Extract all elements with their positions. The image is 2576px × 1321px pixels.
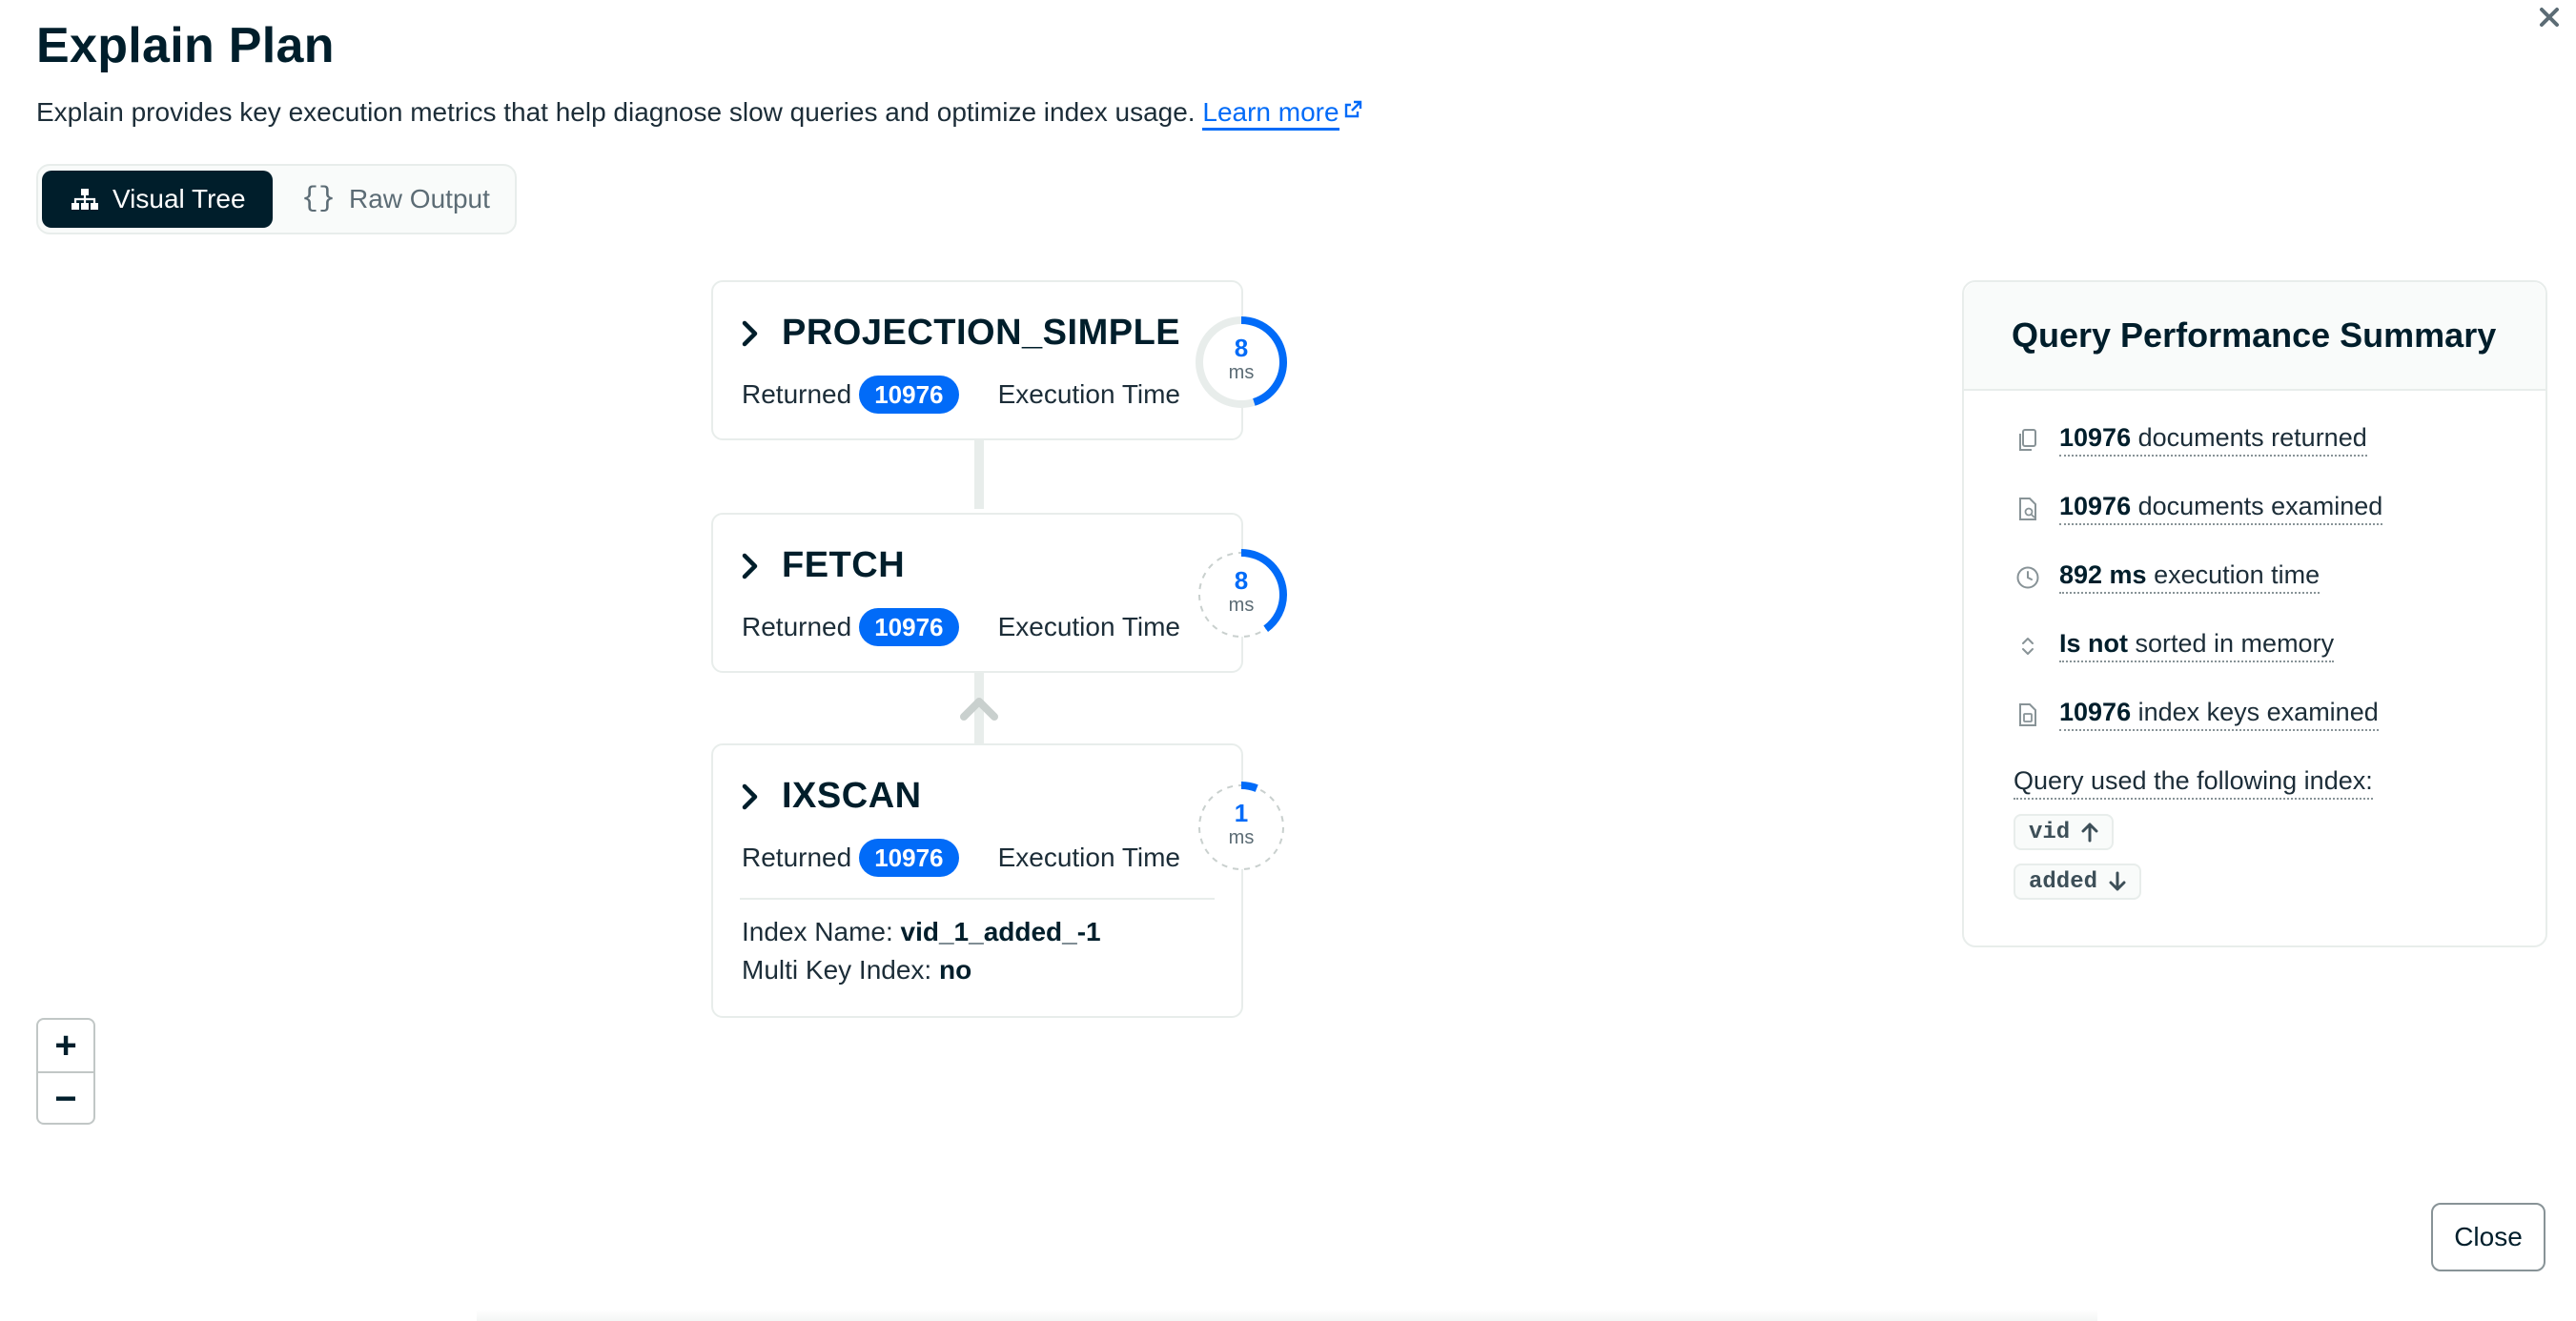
query-performance-summary: Query Performance Summary 10976 document… xyxy=(1962,280,2547,947)
execution-time-gauge: 1 ms xyxy=(1192,778,1291,877)
returned-label: Returned xyxy=(742,612,852,641)
summary-text[interactable]: 892 ms execution time xyxy=(2059,560,2320,594)
multikey-value: no xyxy=(938,955,972,985)
copy-icon xyxy=(2014,428,2042,453)
returned-badge: 10976 xyxy=(859,608,959,646)
execution-time-value: 8 xyxy=(1234,334,1249,362)
stage-header[interactable]: IXSCAN xyxy=(740,776,922,817)
index-field-name: vid xyxy=(2029,819,2071,845)
chevron-right-icon[interactable] xyxy=(740,552,761,580)
footer-shadow xyxy=(477,1310,2097,1321)
arrow-up-icon xyxy=(2081,822,2098,843)
index-used-label[interactable]: Query used the following index: xyxy=(2014,766,2373,800)
returned-badge: 10976 xyxy=(859,839,959,877)
index-name-label: Index Name: xyxy=(742,917,893,946)
clock-icon xyxy=(2014,565,2042,590)
visual-tree-tab[interactable]: Visual Tree xyxy=(42,171,273,228)
stage-card-fetch[interactable]: FETCH Returned 10976 Execution Time xyxy=(711,513,1243,673)
stage-name: PROJECTION_SIMPLE xyxy=(782,313,1181,353)
execution-time-unit: ms xyxy=(1228,595,1255,616)
stage-card-ixscan[interactable]: IXSCAN Returned 10976 Execution Time Ind… xyxy=(711,743,1243,1018)
raw-output-label: Raw Output xyxy=(349,184,490,213)
execution-time-label: Execution Time xyxy=(997,843,1180,872)
learn-more-link[interactable]: Learn more xyxy=(1202,97,1339,131)
description-text: Explain provides key execution metrics t… xyxy=(36,97,1196,127)
index-document-icon xyxy=(2014,702,2042,727)
document-search-icon xyxy=(2014,497,2042,521)
close-button[interactable]: Close xyxy=(2431,1203,2545,1271)
summary-label: execution time xyxy=(2146,560,2320,589)
execution-time-value: 1 xyxy=(1234,799,1249,827)
index-name-row: Index Name: vid_1_added_-1 xyxy=(742,917,1101,947)
summary-text[interactable]: 10976 documents examined xyxy=(2059,492,2383,525)
view-toggle: Visual Tree {} Raw Output xyxy=(36,164,517,234)
execution-time-unit: ms xyxy=(1228,362,1255,383)
curly-braces-icon: {} xyxy=(301,183,337,215)
summary-text[interactable]: 10976 documents returned xyxy=(2059,423,2367,457)
summary-value: 10976 xyxy=(2059,423,2132,452)
visual-tree-label: Visual Tree xyxy=(112,184,246,213)
returned-row: Returned 10976 xyxy=(742,608,959,646)
zoom-controls: + − xyxy=(36,1018,95,1125)
index-field-name: added xyxy=(2029,868,2098,895)
description: Explain provides key execution metrics t… xyxy=(36,95,1362,131)
summary-value: 10976 xyxy=(2059,698,2132,726)
stage-connector xyxy=(974,440,984,509)
stage-header[interactable]: PROJECTION_SIMPLE xyxy=(740,313,1180,354)
zoom-out-button[interactable]: − xyxy=(38,1073,93,1125)
multikey-label: Multi Key Index: xyxy=(742,955,932,985)
tree-icon xyxy=(71,188,99,211)
summary-keys-examined: 10976 index keys examined xyxy=(2014,698,2379,731)
execution-time-label: Execution Time xyxy=(997,612,1180,641)
returned-row: Returned 10976 xyxy=(742,839,959,877)
summary-label: sorted in memory xyxy=(2128,629,2335,658)
summary-sorted: Is not sorted in memory xyxy=(2014,629,2335,662)
summary-value: 892 ms xyxy=(2059,560,2147,589)
close-modal-icon[interactable] xyxy=(2532,0,2566,34)
execution-time-unit: ms xyxy=(1228,827,1255,848)
summary-value: 10976 xyxy=(2059,492,2132,520)
returned-badge: 10976 xyxy=(859,376,959,414)
index-field-chip: vid xyxy=(2014,814,2115,850)
external-link-icon xyxy=(1343,95,1362,126)
stage-header[interactable]: FETCH xyxy=(740,545,905,586)
explain-plan-modal: Explain Plan Explain provides key execut… xyxy=(0,0,2576,1321)
divider xyxy=(740,898,1215,900)
stage-name: IXSCAN xyxy=(782,776,922,816)
summary-docs-returned: 10976 documents returned xyxy=(2014,423,2367,457)
summary-docs-examined: 10976 documents examined xyxy=(2014,492,2383,525)
zoom-in-button[interactable]: + xyxy=(38,1020,93,1071)
execution-time-value: 8 xyxy=(1234,566,1249,595)
execution-time-gauge: 8 ms xyxy=(1192,313,1291,412)
arrow-up-icon xyxy=(958,698,1000,737)
chevron-right-icon[interactable] xyxy=(740,319,761,348)
chevron-right-icon[interactable] xyxy=(740,782,761,811)
summary-label: index keys examined xyxy=(2131,698,2379,726)
summary-text[interactable]: Is not sorted in memory xyxy=(2059,629,2335,662)
execution-time-gauge: 8 ms xyxy=(1192,545,1291,644)
summary-exec-time: 892 ms execution time xyxy=(2014,560,2320,594)
multikey-row: Multi Key Index: no xyxy=(742,955,971,986)
index-name-value: vid_1_added_-1 xyxy=(900,917,1101,946)
summary-value: Is not xyxy=(2059,629,2128,658)
summary-text[interactable]: 10976 index keys examined xyxy=(2059,698,2379,731)
sort-icon xyxy=(2014,634,2042,659)
page-title: Explain Plan xyxy=(36,18,335,73)
arrow-down-icon xyxy=(2109,871,2126,892)
summary-label: documents examined xyxy=(2131,492,2383,520)
returned-label: Returned xyxy=(742,843,852,872)
raw-output-tab[interactable]: {} Raw Output xyxy=(273,171,511,228)
summary-title: Query Performance Summary xyxy=(1964,282,2545,391)
stage-card-projection-simple[interactable]: PROJECTION_SIMPLE Returned 10976 Executi… xyxy=(711,280,1243,440)
returned-label: Returned xyxy=(742,379,852,409)
returned-row: Returned 10976 xyxy=(742,376,959,414)
summary-label: documents returned xyxy=(2131,423,2367,452)
stage-name: FETCH xyxy=(782,545,906,585)
execution-time-label: Execution Time xyxy=(997,379,1180,409)
index-field-chip: added xyxy=(2014,864,2142,900)
